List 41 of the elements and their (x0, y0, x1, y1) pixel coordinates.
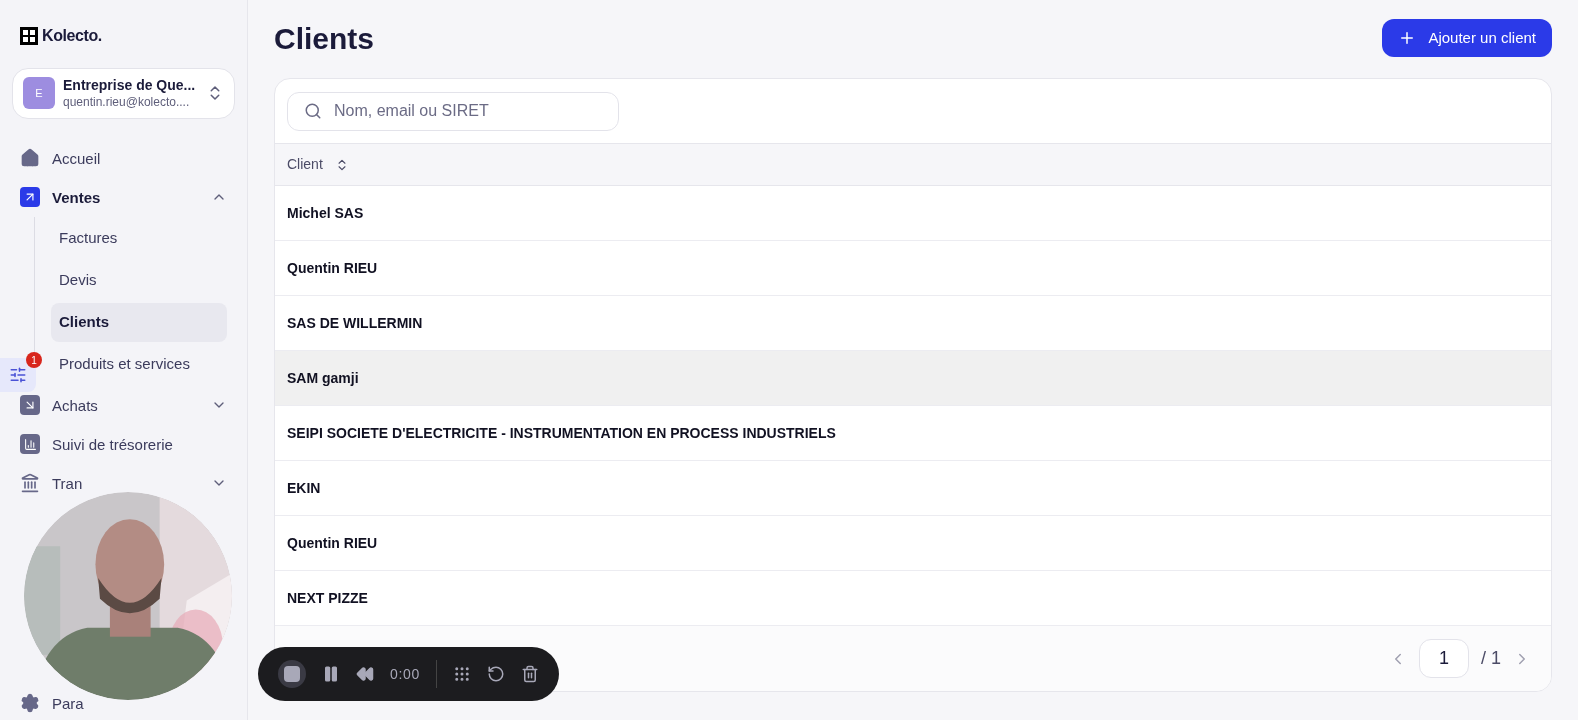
page-title: Clients (274, 20, 375, 57)
search-input[interactable]: Nom, email ou SIRET (334, 99, 602, 123)
table-row[interactable]: SAM gamji (275, 351, 1551, 406)
grid-icon[interactable] (453, 665, 472, 683)
timer: 0:00 (390, 664, 421, 684)
restart-icon[interactable] (487, 665, 506, 683)
add-client-button[interactable]: Ajouter un client (1382, 19, 1552, 57)
table-row[interactable]: Quentin RIEU (275, 516, 1551, 571)
home-icon (20, 148, 40, 168)
trash-icon[interactable] (521, 665, 540, 683)
page-total: / 1 (1481, 647, 1501, 670)
logo-icon (20, 27, 38, 45)
nav-item[interactable]: Tran (52, 475, 83, 491)
table-row[interactable]: Michel SAS (275, 186, 1551, 241)
nav-item[interactable]: Suivi de trésorerie (52, 436, 173, 452)
nav-subitem[interactable]: Clients (51, 302, 227, 342)
settings-icon[interactable] (20, 693, 40, 713)
nav-item[interactable]: Achats (52, 397, 98, 413)
notification-badge: 1 (26, 352, 42, 368)
table-row[interactable]: Quentin RIEU (275, 241, 1551, 296)
search-field[interactable]: Nom, email ou SIRET (287, 91, 619, 131)
page-field[interactable]: 1 (1419, 639, 1469, 678)
filter-icon (9, 366, 27, 384)
nav-item[interactable]: Ventes (52, 189, 101, 205)
nav-subitem[interactable]: Factures (51, 218, 227, 258)
nav-subitem[interactable]: Produits et services (51, 344, 227, 384)
company-switcher[interactable]: E Entreprise de Que... quentin.rieu@kolecto.... (12, 68, 235, 119)
table-row[interactable]: SEIPI SOCIETE D'ELECTRICITE - INSTRUMENTATION EN PROCESS INDUSTRIELS (275, 406, 1551, 461)
nav-item[interactable]: Accueil (52, 150, 101, 166)
rewind-icon[interactable] (356, 665, 374, 683)
search-icon (304, 102, 322, 120)
nav-subitem[interactable]: Devis (51, 260, 227, 300)
bank-icon (20, 473, 40, 493)
stop-icon[interactable] (278, 660, 306, 688)
nav-item[interactable]: Para (52, 695, 84, 711)
chart-icon (20, 434, 40, 454)
table-row[interactable]: EKIN (275, 461, 1551, 516)
pause-icon[interactable] (322, 665, 340, 683)
filter-button[interactable] (0, 358, 36, 392)
logo-text: Kolecto. (42, 26, 102, 46)
column-header[interactable]: Client (287, 154, 349, 175)
